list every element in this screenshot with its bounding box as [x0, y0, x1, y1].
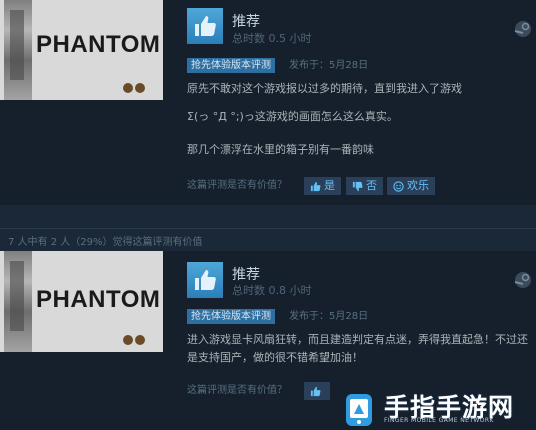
posted-date: 发布于：5月28日 [289, 60, 369, 71]
game-logo-title: PHANTOM [36, 286, 161, 313]
review-verdict: 推荐 [232, 14, 260, 30]
vote-no-button[interactable]: 否 [346, 177, 383, 195]
vote-funny-button[interactable]: 欢乐 [387, 177, 435, 195]
review-verdict: 推荐 [232, 267, 260, 283]
review-paragraph: 原先不敢对这个游戏报以过多的期待，直到我进入了游戏 [187, 82, 462, 95]
helpful-stats: 7 人中有 2 人（29%）觉得这篇评测有价值 [8, 237, 203, 248]
early-access-badge: 抢先体验版本评测 [187, 58, 275, 73]
game-thumbnail[interactable]: PHANTOM [0, 0, 163, 100]
review-card: PHANTOM 推荐 总时数 0.5 小时 抢先体验版本评测 发布于：5月28日… [0, 0, 536, 205]
character-shadow [10, 10, 24, 80]
smiley-icon [393, 180, 404, 192]
posted-date: 发布于：5月28日 [289, 311, 369, 322]
early-access-badge: 抢先体验版本评测 [187, 309, 275, 324]
publisher-logos [121, 330, 155, 345]
thumbs-up-small-icon [310, 181, 321, 191]
vote-yes-button[interactable]: 是 [304, 177, 341, 195]
helpful-question: 这篇评测是否有价值？ [187, 385, 287, 396]
vote-yes-label: 是 [324, 179, 335, 192]
character-shadow [10, 261, 24, 331]
review-paragraph: Σ(っ °Д °;)っ这游戏的画面怎么这么真实。 [187, 110, 398, 123]
helpful-question: 这篇评测是否有价值？ [187, 180, 287, 191]
publisher-logos [121, 78, 155, 93]
thumbs-up-icon [187, 8, 223, 44]
divider [0, 228, 536, 229]
game-thumbnail[interactable]: PHANTOM [0, 251, 163, 352]
site-watermark: 手指手游网 FINGER MOBILE GAME NETWORK [340, 386, 530, 430]
thumbs-up-small-icon [310, 386, 321, 396]
watermark-subtitle: FINGER MOBILE GAME NETWORK [384, 417, 494, 424]
vote-funny-label: 欢乐 [407, 179, 429, 192]
playtime-hours: 总时数 0.5 小时 [232, 32, 312, 45]
review-paragraph: 进入游戏显卡风扇狂转，而且建造判定有点迷，弄得我直起急！不过还是支持国产，做的很… [187, 333, 528, 364]
vote-no-label: 否 [366, 179, 377, 192]
vote-yes-button[interactable] [304, 382, 330, 400]
thumbs-down-small-icon [352, 181, 363, 191]
steam-icon [514, 21, 531, 37]
review-paragraph: 那几个漂浮在水里的箱子别有一番韵味 [187, 143, 374, 156]
steam-icon [514, 272, 531, 288]
playtime-hours: 总时数 0.8 小时 [232, 284, 312, 297]
watermark-logo-icon [346, 394, 372, 426]
thumbs-up-icon [187, 262, 223, 298]
game-logo-title: PHANTOM [36, 31, 161, 58]
